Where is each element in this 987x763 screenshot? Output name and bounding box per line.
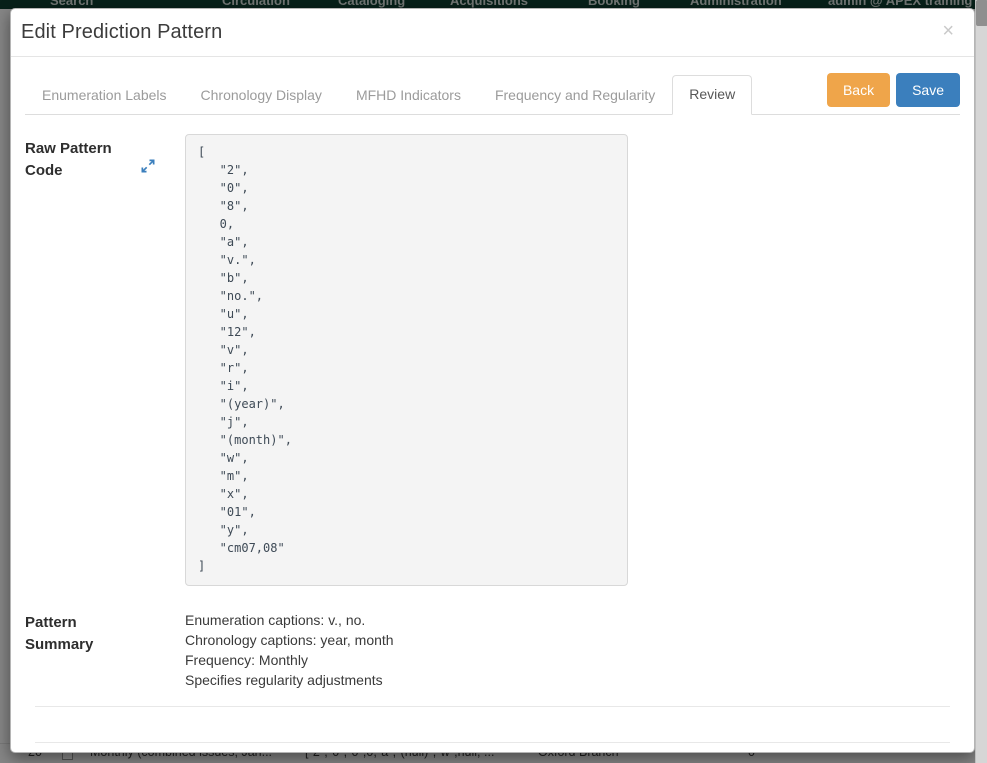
page-title: Edit Prediction Pattern — [21, 21, 222, 44]
pattern-summary-row: Pattern Summary Enumeration captions: v.… — [25, 608, 960, 690]
raw-pattern-code-box[interactable]: [ "2", "0", "8", 0, "a", "v.", "b", "no.… — [185, 134, 628, 586]
divider-bottom — [35, 742, 950, 743]
back-button[interactable]: Back — [827, 73, 890, 107]
raw-pattern-code-text: [ "2", "0", "8", 0, "a", "v.", "b", "no.… — [198, 143, 615, 575]
summary-line-frequency: Frequency: Monthly — [185, 650, 394, 670]
pattern-summary-label-line2: Summary — [25, 634, 130, 656]
tab-review[interactable]: Review — [672, 75, 752, 115]
tab-mfhd-indicators[interactable]: MFHD Indicators — [339, 76, 478, 115]
edit-prediction-pattern-modal: Edit Prediction Pattern × Enumeration La… — [10, 8, 975, 753]
tab-bar: Enumeration Labels Chronology Display MF… — [25, 69, 960, 115]
close-icon[interactable]: × — [938, 19, 958, 43]
pattern-summary-lines: Enumeration captions: v., no. Chronology… — [185, 608, 394, 690]
page-scrollbar[interactable] — [975, 0, 987, 763]
tab-list: Enumeration Labels Chronology Display MF… — [25, 69, 960, 115]
raw-pattern-code-label-line1: Raw Pattern — [25, 138, 130, 160]
summary-line-chronology-captions: Chronology captions: year, month — [185, 630, 394, 650]
page-scrollbar-thumb[interactable] — [976, 0, 987, 26]
raw-pattern-code-label: Raw Pattern Code — [25, 134, 185, 182]
expand-diagonal-icon[interactable] — [140, 158, 156, 174]
pattern-summary-label-line1: Pattern — [25, 612, 130, 634]
divider-top — [35, 706, 950, 707]
raw-pattern-code-row: Raw Pattern Code [ "2", "0", "8", 0, "a"… — [25, 134, 960, 586]
summary-line-enumeration-captions: Enumeration captions: v., no. — [185, 610, 394, 630]
tab-actions: Back Save — [827, 73, 960, 107]
summary-line-regularity: Specifies regularity adjustments — [185, 670, 394, 690]
modal-body: Raw Pattern Code [ "2", "0", "8", 0, "a"… — [11, 134, 974, 690]
tab-chronology-display[interactable]: Chronology Display — [184, 76, 339, 115]
tab-enumeration-labels[interactable]: Enumeration Labels — [25, 76, 184, 115]
pattern-summary-label: Pattern Summary — [25, 608, 185, 656]
save-button[interactable]: Save — [896, 73, 960, 107]
raw-pattern-code-label-line2: Code — [25, 160, 130, 182]
modal-header: Edit Prediction Pattern × — [11, 9, 974, 57]
tab-frequency-and-regularity[interactable]: Frequency and Regularity — [478, 76, 672, 115]
